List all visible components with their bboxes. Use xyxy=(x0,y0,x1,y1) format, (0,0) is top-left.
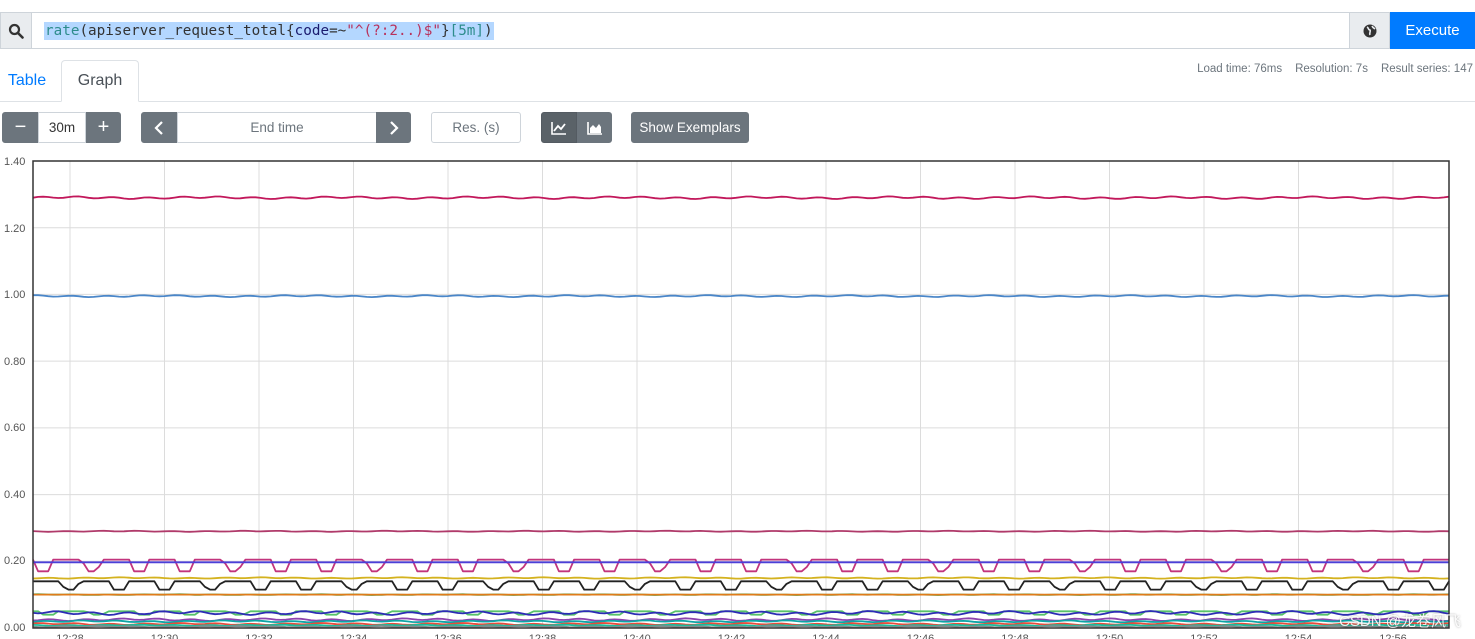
x-tick-label: 12:32 xyxy=(245,633,273,639)
x-tick-label: 12:28 xyxy=(56,633,84,639)
query-label-value: "^(?:2..)$" xyxy=(346,23,441,39)
search-icon[interactable] xyxy=(0,12,32,49)
resolution-input[interactable]: Res. (s) xyxy=(431,112,521,143)
query-paren-close: ) xyxy=(484,23,493,39)
plot-background xyxy=(33,161,1449,628)
query-paren-open: ( xyxy=(79,23,89,39)
chevron-left-icon xyxy=(154,120,163,135)
load-time: Load time: 76ms xyxy=(1197,63,1283,75)
globe-icon xyxy=(1363,24,1376,37)
range-plus-button[interactable]: + xyxy=(86,112,121,143)
area-chart-icon xyxy=(586,121,602,135)
x-tick-label: 12:56 xyxy=(1379,633,1407,639)
metrics-explorer-button[interactable] xyxy=(1349,12,1390,49)
x-tick-label: 12:48 xyxy=(1001,633,1029,639)
x-tick-label: 12:44 xyxy=(812,633,840,639)
query-stats: Load time: 76ms Resolution: 7s Result se… xyxy=(1197,63,1473,75)
x-tick-label: 12:46 xyxy=(907,633,935,639)
x-tick-label: 12:50 xyxy=(1096,633,1124,639)
line-chart[interactable]: 12:28 12:30 12:32 12:34 12:36 12:38 12:40 12:42… xyxy=(0,152,1475,639)
range-minus-button[interactable]: − xyxy=(2,112,39,143)
query-input[interactable]: rate(apiserver_request_total{code=~"^(?:… xyxy=(32,12,1350,49)
end-time-forward-button[interactable] xyxy=(376,112,411,143)
query-text[interactable]: rate(apiserver_request_total{code=~"^(?:… xyxy=(44,22,494,40)
query-label-name: code xyxy=(294,23,330,39)
query-metric: apiserver_request_total xyxy=(88,23,287,39)
show-exemplars-button[interactable]: Show Exemplars xyxy=(631,112,749,143)
tab-graph[interactable]: Graph xyxy=(61,60,139,102)
end-time-back-button[interactable] xyxy=(141,112,177,143)
x-tick-label: 12:52 xyxy=(1190,633,1218,639)
x-tick-label: 12:40 xyxy=(623,633,651,639)
query-brace-open: { xyxy=(286,23,295,39)
x-tick-label: 12:34 xyxy=(340,633,368,639)
x-tick-label: 12:54 xyxy=(1285,633,1313,639)
x-tick-label: 12:38 xyxy=(529,633,557,639)
series-line xyxy=(32,529,1450,533)
execute-button[interactable]: Execute xyxy=(1390,12,1475,49)
query-brace-close: } xyxy=(440,23,450,39)
chevron-right-icon xyxy=(389,120,399,135)
graph-controls: − 30m + End time Res. (s) Show Exemplars xyxy=(0,112,1475,144)
line-chart-button[interactable] xyxy=(541,112,577,143)
query-function: rate xyxy=(45,23,80,39)
line-chart-icon xyxy=(551,121,566,135)
graph-panel: 1.40 1.20 1.00 0.80 0.60 0.40 0.20 0.00 … xyxy=(0,152,1475,639)
x-tick-label: 12:36 xyxy=(434,633,462,639)
query-operator: =~ xyxy=(329,23,347,39)
resolution: Resolution: 7s xyxy=(1295,63,1368,75)
watermark: CSDN @龙卷风飞 xyxy=(1339,613,1461,630)
x-tick-label: 12:30 xyxy=(151,633,179,639)
x-tick-label: 12:42 xyxy=(718,633,746,639)
query-duration: [5m] xyxy=(449,23,485,39)
stacked-chart-button[interactable] xyxy=(577,112,612,143)
end-time-input[interactable]: End time xyxy=(177,112,377,143)
query-bar: rate(apiserver_request_total{code=~"^(?:… xyxy=(0,12,1475,50)
range-input[interactable]: 30m xyxy=(38,112,86,143)
result-series: Result series: 147 xyxy=(1380,63,1473,75)
tab-table[interactable]: Table xyxy=(0,60,54,101)
